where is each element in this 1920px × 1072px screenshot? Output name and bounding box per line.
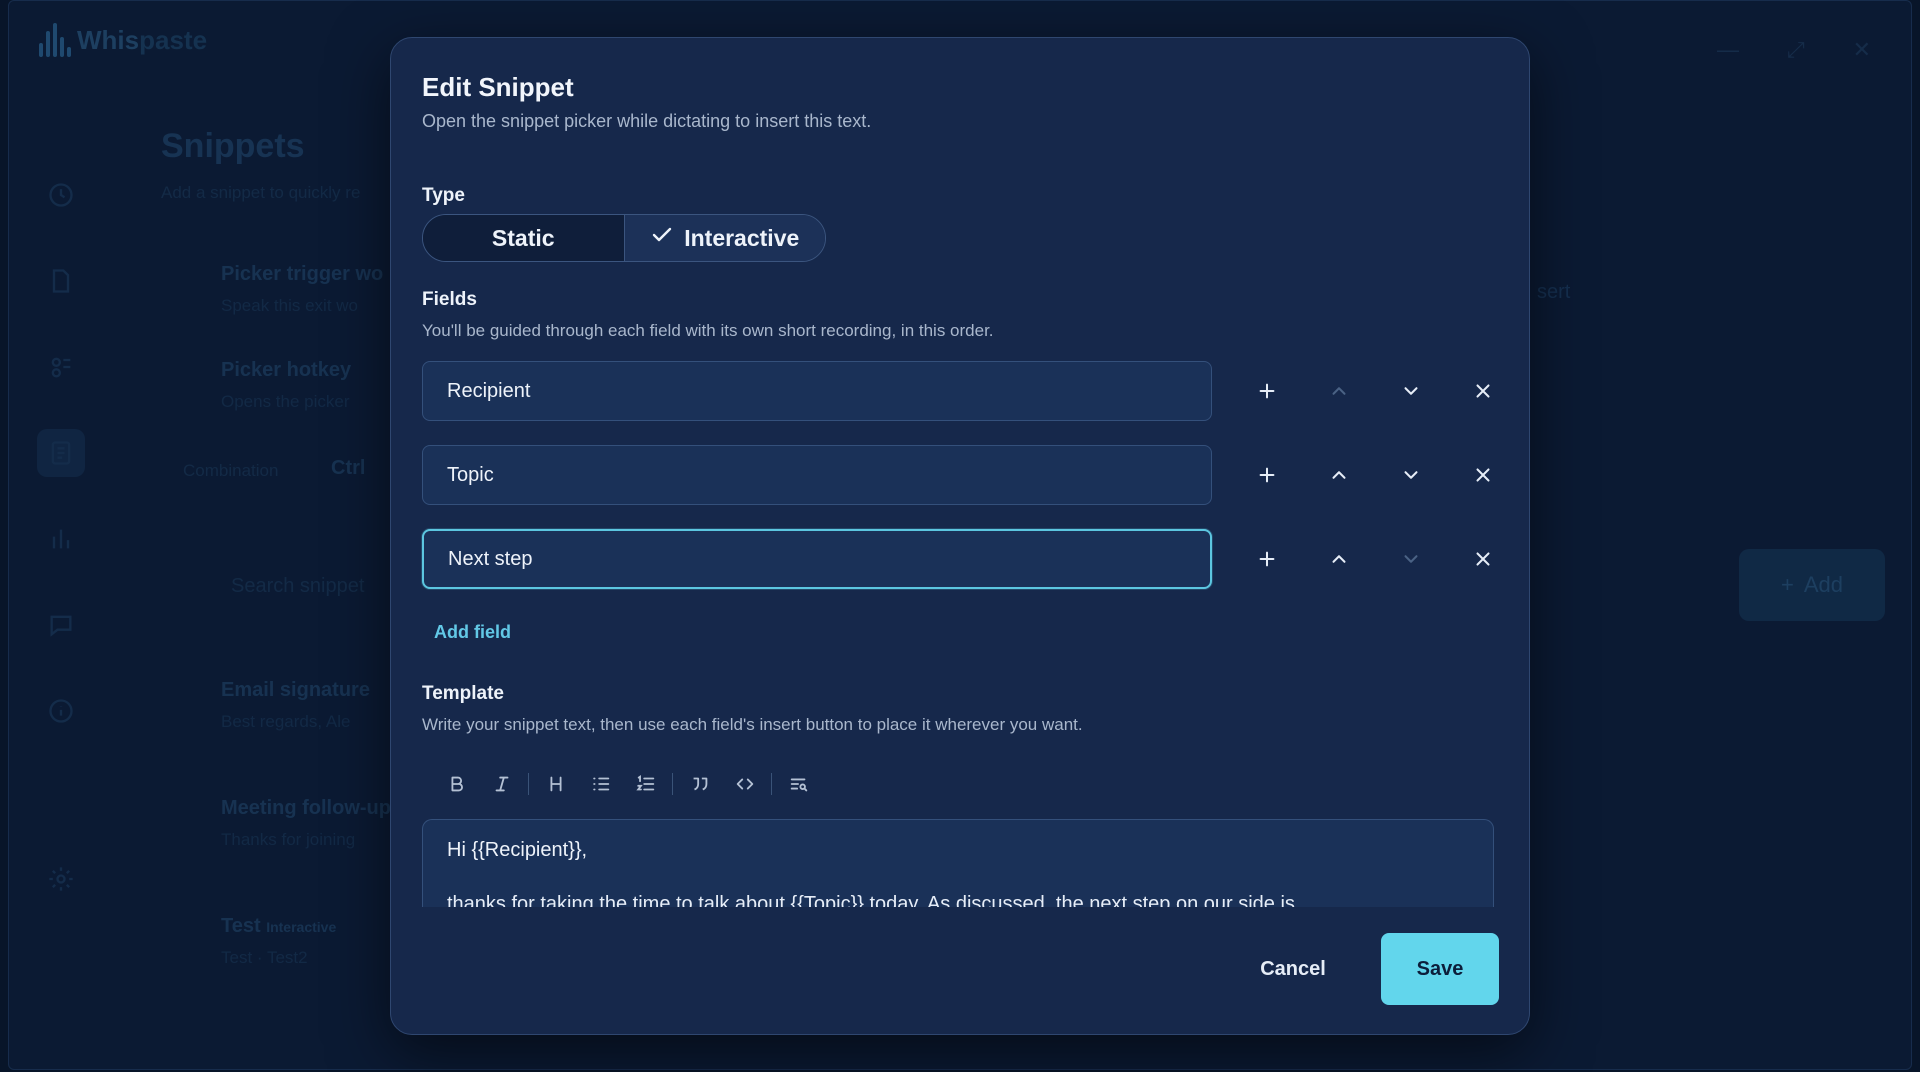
move-up-chevron-icon[interactable]	[1317, 453, 1361, 497]
toolbar-divider	[528, 773, 529, 795]
code-icon[interactable]	[722, 762, 767, 806]
toolbar-divider	[672, 773, 673, 795]
field-row-next-step	[422, 529, 1522, 589]
field-input-topic[interactable]	[422, 445, 1212, 505]
bold-icon[interactable]	[434, 762, 479, 806]
move-up-chevron-icon[interactable]	[1317, 369, 1361, 413]
insert-field-plus-icon[interactable]	[1245, 369, 1289, 413]
remove-field-close-icon[interactable]	[1461, 369, 1505, 413]
heading-icon[interactable]	[533, 762, 578, 806]
remove-field-close-icon[interactable]	[1461, 537, 1505, 581]
template-label: Template	[422, 683, 505, 704]
fields-label: Fields	[422, 289, 477, 310]
type-interactive-option[interactable]: Interactive	[624, 215, 825, 261]
bullet-list-icon[interactable]	[578, 762, 623, 806]
move-down-chevron-icon[interactable]	[1389, 453, 1433, 497]
toolbar-divider	[771, 773, 772, 795]
template-line: Hi {{Recipient}},	[447, 839, 588, 861]
type-toggle: Static Interactive	[422, 214, 826, 262]
field-input-recipient[interactable]	[422, 361, 1212, 421]
field-row-recipient	[422, 361, 1522, 421]
cancel-button[interactable]: Cancel	[1239, 933, 1347, 1005]
field-row-topic	[422, 445, 1522, 505]
template-editor[interactable]: Hi {{Recipient}}, thanks for taking the …	[422, 819, 1494, 907]
fields-help: You'll be guided through each field with…	[422, 321, 994, 340]
template-help: Write your snippet text, then use each f…	[422, 715, 1083, 734]
dialog-title: Edit Snippet	[422, 72, 574, 102]
italic-icon[interactable]	[479, 762, 524, 806]
formatting-toolbar	[434, 758, 821, 810]
move-up-chevron-icon[interactable]	[1317, 537, 1361, 581]
move-down-chevron-icon[interactable]	[1389, 537, 1433, 581]
type-static-option[interactable]: Static	[423, 215, 625, 261]
field-input-next-step[interactable]	[422, 529, 1212, 589]
save-button[interactable]: Save	[1381, 933, 1499, 1005]
add-field-link[interactable]: Add field	[434, 622, 511, 643]
move-down-chevron-icon[interactable]	[1389, 369, 1433, 413]
insert-field-icon[interactable]	[776, 762, 821, 806]
dialog-subtitle: Open the snippet picker while dictating …	[422, 111, 872, 131]
edit-snippet-dialog: Edit Snippet Open the snippet picker whi…	[390, 37, 1530, 1035]
type-label: Type	[422, 185, 465, 206]
insert-field-plus-icon[interactable]	[1245, 453, 1289, 497]
remove-field-close-icon[interactable]	[1461, 453, 1505, 497]
template-line: thanks for taking the time to talk about…	[447, 893, 1295, 907]
checkmark-icon	[650, 223, 674, 253]
quote-icon[interactable]	[677, 762, 722, 806]
ordered-list-icon[interactable]	[623, 762, 668, 806]
insert-field-plus-icon[interactable]	[1245, 537, 1289, 581]
